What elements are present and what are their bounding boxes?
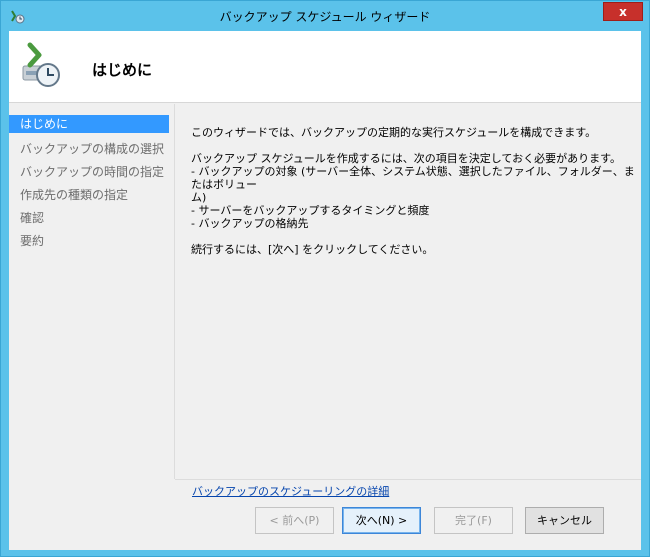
back-button[interactable]: < 前へ(P): [255, 507, 334, 534]
cancel-button[interactable]: キャンセル: [525, 507, 604, 534]
footer-divider: [175, 479, 641, 480]
close-icon: x: [619, 5, 627, 19]
requirement-item: - サーバーをバックアップするタイミングと頻度: [191, 204, 430, 217]
wizard-step-list: はじめに バックアップの構成の選択 バックアップの時間の指定 作成先の種類の指定…: [9, 115, 169, 545]
nav-item-intro[interactable]: はじめに: [9, 115, 169, 133]
intro-text: このウィザードでは、バックアップの定期的な実行スケジュールを構成できます。: [191, 126, 597, 139]
wizard-content: このウィザードでは、バックアップの定期的な実行スケジュールを構成できます。 バッ…: [174, 104, 641, 498]
wizard-window: バックアップ スケジュール ウィザード x はじめに はじめに バックアップの構…: [0, 0, 650, 557]
content-text: このウィザードでは、バックアップの定期的な実行スケジュールを構成できます。 バッ…: [191, 126, 636, 269]
nav-item-destination-type[interactable]: 作成先の種類の指定: [9, 184, 169, 207]
page-title: はじめに: [92, 61, 153, 79]
finish-button[interactable]: 完了(F): [434, 507, 513, 534]
nav-item-backup-time[interactable]: バックアップの時間の指定: [9, 161, 169, 184]
window-title: バックアップ スケジュール ウィザード: [219, 10, 431, 24]
continue-text: 続行するには、[次へ] をクリックしてください。: [191, 243, 434, 256]
nav-item-backup-config[interactable]: バックアップの構成の選択: [9, 138, 169, 161]
requirement-item: - バックアップの格納先: [191, 217, 309, 230]
wizard-header: はじめに: [9, 31, 641, 103]
wizard-client-area: はじめに はじめに バックアップの構成の選択 バックアップの時間の指定 作成先の…: [9, 31, 641, 550]
next-button[interactable]: 次へ(N) >: [342, 507, 421, 534]
scheduling-details-link[interactable]: バックアップのスケジューリングの詳細: [192, 483, 389, 499]
requirement-item-cont: ム): [191, 191, 207, 204]
nav-item-confirm[interactable]: 確認: [9, 207, 169, 230]
requirement-item: - バックアップの対象 (サーバー全体、システム状態、選択したファイル、フォルダ…: [191, 165, 635, 191]
title-bar[interactable]: バックアップ スケジュール ウィザード x: [1, 1, 649, 31]
close-button[interactable]: x: [603, 2, 643, 21]
requirements-heading: バックアップ スケジュールを作成するには、次の項目を決定しておく必要があります。: [191, 152, 621, 165]
nav-item-summary[interactable]: 要約: [9, 230, 169, 253]
backup-schedule-icon: [22, 42, 60, 87]
requirements-block: バックアップ スケジュールを作成するには、次の項目を決定しておく必要があります。…: [191, 152, 636, 230]
